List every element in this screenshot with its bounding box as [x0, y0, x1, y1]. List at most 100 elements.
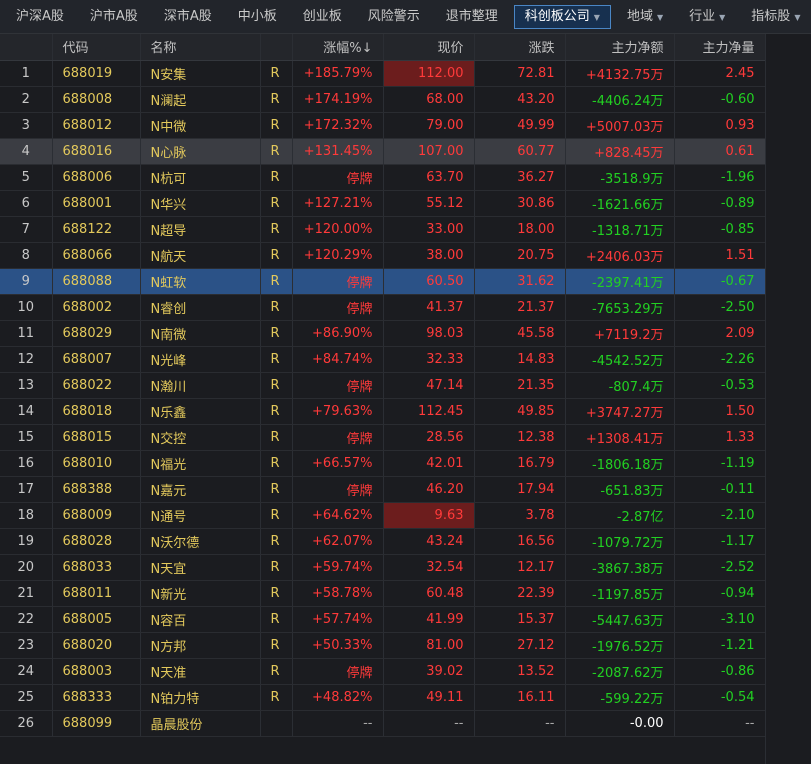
- stock-code-cell: 688028: [52, 528, 141, 555]
- market-tab-bar: 沪深A股 沪市A股 深市A股 中小板 创业板 风险警示 退市整理 科创板公司 ▼ 地域 ▼ 行业 ▼ 指标…: [0, 0, 811, 34]
- table-row[interactable]: 22 688005 N容百 R +57.74% 41.99 15.37 -5447.63万 -3…: [0, 606, 766, 633]
- net-qty-cell: -0.67: [674, 268, 766, 295]
- table-row[interactable]: 26 688099 晶晨股份 -- -- -- -0.00 --: [0, 710, 766, 737]
- row-index-cell: 26: [0, 710, 53, 737]
- net-qty-cell: -0.11: [674, 476, 766, 503]
- change-cell: 45.58: [474, 320, 566, 347]
- change-pct-cell: +120.00%: [292, 216, 384, 243]
- tab-5[interactable]: 风险警示: [358, 6, 430, 28]
- price-cell: 9.63: [383, 502, 475, 529]
- net-qty-cell: -2.50: [674, 294, 766, 321]
- table-row[interactable]: 23 688020 N方邦 R +50.33% 81.00 27.12 -1976.52万 -1…: [0, 632, 766, 659]
- net-amount-cell: -599.22万: [565, 684, 675, 711]
- table-row[interactable]: 21 688011 N新光 R +58.78% 60.48 22.39 -1197.85万 -0…: [0, 580, 766, 607]
- tab-7[interactable]: 科创板公司 ▼: [513, 4, 611, 29]
- tab-0[interactable]: 沪深A股: [6, 6, 74, 28]
- stock-code-cell: 688388: [52, 476, 141, 503]
- price-cell: 47.14: [383, 372, 475, 399]
- change-cell: 43.20: [474, 86, 566, 113]
- col-net-qty[interactable]: 主力净量: [674, 34, 766, 61]
- net-qty-cell: -1.96: [674, 164, 766, 191]
- table-row[interactable]: 2 688008 N澜起 R +174.19% 68.00 43.20 -4406.24万 -0…: [0, 86, 766, 113]
- tab-4[interactable]: 创业板: [293, 6, 352, 28]
- tab-6[interactable]: 退市整理: [436, 6, 508, 28]
- net-amount-cell: +2406.03万: [565, 242, 675, 269]
- table-row[interactable]: 10 688002 N睿创 R 停牌 41.37 21.37 -7653.29万 -2.50: [0, 294, 766, 321]
- col-change-pct[interactable]: 涨幅%↓: [292, 34, 384, 61]
- table-row[interactable]: 18 688009 N通号 R +64.62% 9.63 3.78 -2.87亿 -2.10: [0, 502, 766, 529]
- change-cell: 16.79: [474, 450, 566, 477]
- change-pct-cell: +84.74%: [292, 346, 384, 373]
- stock-name-cell: N心脉: [140, 138, 261, 165]
- table-row[interactable]: 17 688388 N嘉元 R 停牌 46.20 17.94 -651.83万 -0.11: [0, 476, 766, 503]
- tab-label: 风险警示: [367, 8, 420, 24]
- tab-8[interactable]: 地域 ▼: [617, 6, 673, 28]
- net-qty-cell: -0.85: [674, 216, 766, 243]
- rzrq-flag-cell: R: [260, 476, 293, 503]
- price-cell: 98.03: [383, 320, 475, 347]
- price-cell: 49.11: [383, 684, 475, 711]
- table-row[interactable]: 9 688088 N虹软 R 停牌 60.50 31.62 -2397.41万 -0.67: [0, 268, 766, 295]
- table-row[interactable]: 3 688012 N中微 R +172.32% 79.00 49.99 +5007.03万 0.…: [0, 112, 766, 139]
- col-net-amount[interactable]: 主力净额: [565, 34, 675, 61]
- table-row[interactable]: 5 688006 N杭可 R 停牌 63.70 36.27 -3518.9万 -1.96: [0, 164, 766, 191]
- tab-2[interactable]: 深市A股: [154, 6, 222, 28]
- col-name[interactable]: 名称: [140, 34, 261, 61]
- net-qty-cell: -1.21: [674, 632, 766, 659]
- stock-code-cell: 688008: [52, 86, 141, 113]
- table-row[interactable]: 12 688007 N光峰 R +84.74% 32.33 14.83 -4542.52万 -2…: [0, 346, 766, 373]
- change-pct-cell: +79.63%: [292, 398, 384, 425]
- change-cell: 31.62: [474, 268, 566, 295]
- change-cell: 12.38: [474, 424, 566, 451]
- net-amount-cell: +1308.41万: [565, 424, 675, 451]
- tab-1[interactable]: 沪市A股: [80, 6, 148, 28]
- col-flag[interactable]: [260, 34, 293, 61]
- stock-name-cell: N澜起: [140, 86, 261, 113]
- table-row[interactable]: 14 688018 N乐鑫 R +79.63% 112.45 49.85 +3747.27万 1…: [0, 398, 766, 425]
- tab-10[interactable]: 指标股 ▼: [741, 6, 810, 28]
- tab-label: 中小板: [237, 8, 277, 24]
- tab-9[interactable]: 行业 ▼: [679, 6, 735, 28]
- col-code[interactable]: 代码: [52, 34, 141, 61]
- table-row[interactable]: 8 688066 N航天 R +120.29% 38.00 20.75 +2406.03万 1.…: [0, 242, 766, 269]
- table-row[interactable]: 4 688016 N心脉 R +131.45% 107.00 60.77 +828.45万 0.…: [0, 138, 766, 165]
- change-cell: 12.17: [474, 554, 566, 581]
- col-price[interactable]: 现价: [383, 34, 475, 61]
- table-row[interactable]: 24 688003 N天准 R 停牌 39.02 13.52 -2087.62万 -0.86: [0, 658, 766, 685]
- table-row[interactable]: 16 688010 N福光 R +66.57% 42.01 16.79 -1806.18万 -1…: [0, 450, 766, 477]
- change-cell: 30.86: [474, 190, 566, 217]
- table-row[interactable]: 6 688001 N华兴 R +127.21% 55.12 30.86 -1621.66万 -0…: [0, 190, 766, 217]
- net-amount-cell: -1318.71万: [565, 216, 675, 243]
- stock-code-cell: 688019: [52, 60, 141, 87]
- table-row[interactable]: 25 688333 N铂力特 R +48.82% 49.11 16.11 -599.22万 -0…: [0, 684, 766, 711]
- row-index-cell: 1: [0, 60, 53, 87]
- table-row[interactable]: 13 688022 N瀚川 R 停牌 47.14 21.35 -807.4万 -0.53: [0, 372, 766, 399]
- table-row[interactable]: 20 688033 N天宜 R +59.74% 32.54 12.17 -3867.38万 -2…: [0, 554, 766, 581]
- row-index-cell: 24: [0, 658, 53, 685]
- change-cell: --: [474, 710, 566, 737]
- price-cell: 112.00: [383, 60, 475, 87]
- rzrq-flag-cell: R: [260, 424, 293, 451]
- table-row[interactable]: 19 688028 N沃尔德 R +62.07% 43.24 16.56 -1079.72万 -…: [0, 528, 766, 555]
- tab-3[interactable]: 中小板: [228, 6, 287, 28]
- price-cell: 43.24: [383, 528, 475, 555]
- row-index-cell: 2: [0, 86, 53, 113]
- price-cell: 33.00: [383, 216, 475, 243]
- stock-name-cell: N沃尔德: [140, 528, 261, 555]
- rzrq-flag-cell: [260, 710, 293, 737]
- col-index[interactable]: [0, 34, 53, 61]
- table-row[interactable]: 15 688015 N交控 R 停牌 28.56 12.38 +1308.41万 1.33: [0, 424, 766, 451]
- table-row[interactable]: 11 688029 N南微 R +86.90% 98.03 45.58 +7119.2万 2.0…: [0, 320, 766, 347]
- stock-name-cell: N虹软: [140, 268, 261, 295]
- col-change[interactable]: 涨跌: [474, 34, 566, 61]
- change-pct-cell: 停牌: [292, 658, 384, 685]
- table-row[interactable]: 1 688019 N安集 R +185.79% 112.00 72.81 +4132.75万 2…: [0, 60, 766, 87]
- table-row[interactable]: 7 688122 N超导 R +120.00% 33.00 18.00 -1318.71万 -0…: [0, 216, 766, 243]
- stock-name-cell: N杭可: [140, 164, 261, 191]
- change-pct-cell: +172.32%: [292, 112, 384, 139]
- net-amount-cell: +828.45万: [565, 138, 675, 165]
- change-pct-cell: +174.19%: [292, 86, 384, 113]
- net-qty-cell: -3.10: [674, 606, 766, 633]
- rzrq-flag-cell: R: [260, 684, 293, 711]
- net-amount-cell: -5447.63万: [565, 606, 675, 633]
